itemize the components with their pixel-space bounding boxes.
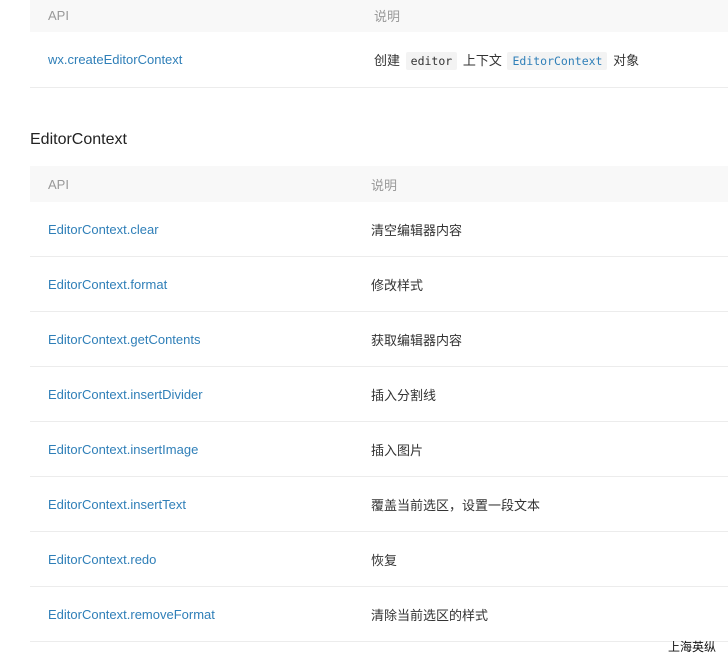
table-header: API 说明	[30, 0, 728, 32]
row-description: 恢复	[371, 552, 398, 568]
api-link-redo[interactable]: EditorContext.redo	[48, 552, 156, 567]
api-link-clear[interactable]: EditorContext.clear	[48, 222, 159, 237]
inline-code-link-editor-context[interactable]: EditorContext	[507, 52, 608, 70]
table-row: EditorContext.insertDivider 插入分割线	[30, 367, 728, 422]
api-link-get-contents[interactable]: EditorContext.getContents	[48, 332, 200, 347]
desc-text: 上下文	[462, 53, 502, 68]
section-title: EditorContext	[30, 131, 127, 148]
table-row: EditorContext.insertImage 插入图片	[30, 422, 728, 477]
table-row: EditorContext.clear 清空编辑器内容	[30, 202, 728, 257]
row-description: 清空编辑器内容	[371, 222, 463, 238]
api-link-insert-text[interactable]: EditorContext.insertText	[48, 497, 186, 512]
table-row: EditorContext.getContents 获取编辑器内容	[30, 312, 728, 367]
api-link-remove-format[interactable]: EditorContext.removeFormat	[48, 607, 215, 622]
table-row: EditorContext.redo 恢复	[30, 532, 728, 587]
watermark-text: 上海英纵	[667, 640, 716, 654]
table-row: wx.createEditorContext 创建 editor 上下文 Edi…	[30, 32, 728, 88]
api-link-insert-image[interactable]: EditorContext.insertImage	[48, 442, 198, 457]
api-link-insert-divider[interactable]: EditorContext.insertDivider	[48, 387, 203, 402]
desc-text: 对象	[613, 53, 640, 68]
create-context-table: API 说明 wx.createEditorContext 创建 editor …	[30, 0, 728, 88]
table-row: EditorContext.removeFormat 清除当前选区的样式	[30, 587, 728, 642]
row-description: 修改样式	[371, 277, 424, 293]
desc-text: 创建	[374, 53, 401, 68]
header-description: 说明	[374, 8, 401, 24]
row-description: 插入图片	[371, 442, 424, 458]
header-description: 说明	[371, 177, 398, 193]
header-api: API	[48, 7, 69, 23]
header-api: API	[48, 176, 69, 192]
inline-code-editor: editor	[405, 52, 458, 70]
api-link-format[interactable]: EditorContext.format	[48, 277, 167, 292]
row-description: 获取编辑器内容	[371, 332, 463, 348]
table-row: EditorContext.insertText 覆盖当前选区，设置一段文本	[30, 477, 728, 532]
api-doc-page: API 说明 wx.createEditorContext 创建 editor …	[0, 0, 728, 665]
row-description: 插入分割线	[371, 387, 437, 403]
table-row-partial	[30, 642, 728, 665]
row-description: 创建 editor 上下文 EditorContext 对象	[371, 50, 728, 70]
table-header: API 说明	[30, 166, 728, 202]
row-description: 清除当前选区的样式	[371, 607, 489, 623]
api-link-create-editor-context[interactable]: wx.createEditorContext	[48, 52, 182, 67]
row-description: 覆盖当前选区，设置一段文本	[371, 497, 541, 513]
editor-context-table: API 说明 EditorContext.clear 清空编辑器内容 Edito…	[30, 166, 728, 665]
table-row: EditorContext.format 修改样式	[30, 257, 728, 312]
